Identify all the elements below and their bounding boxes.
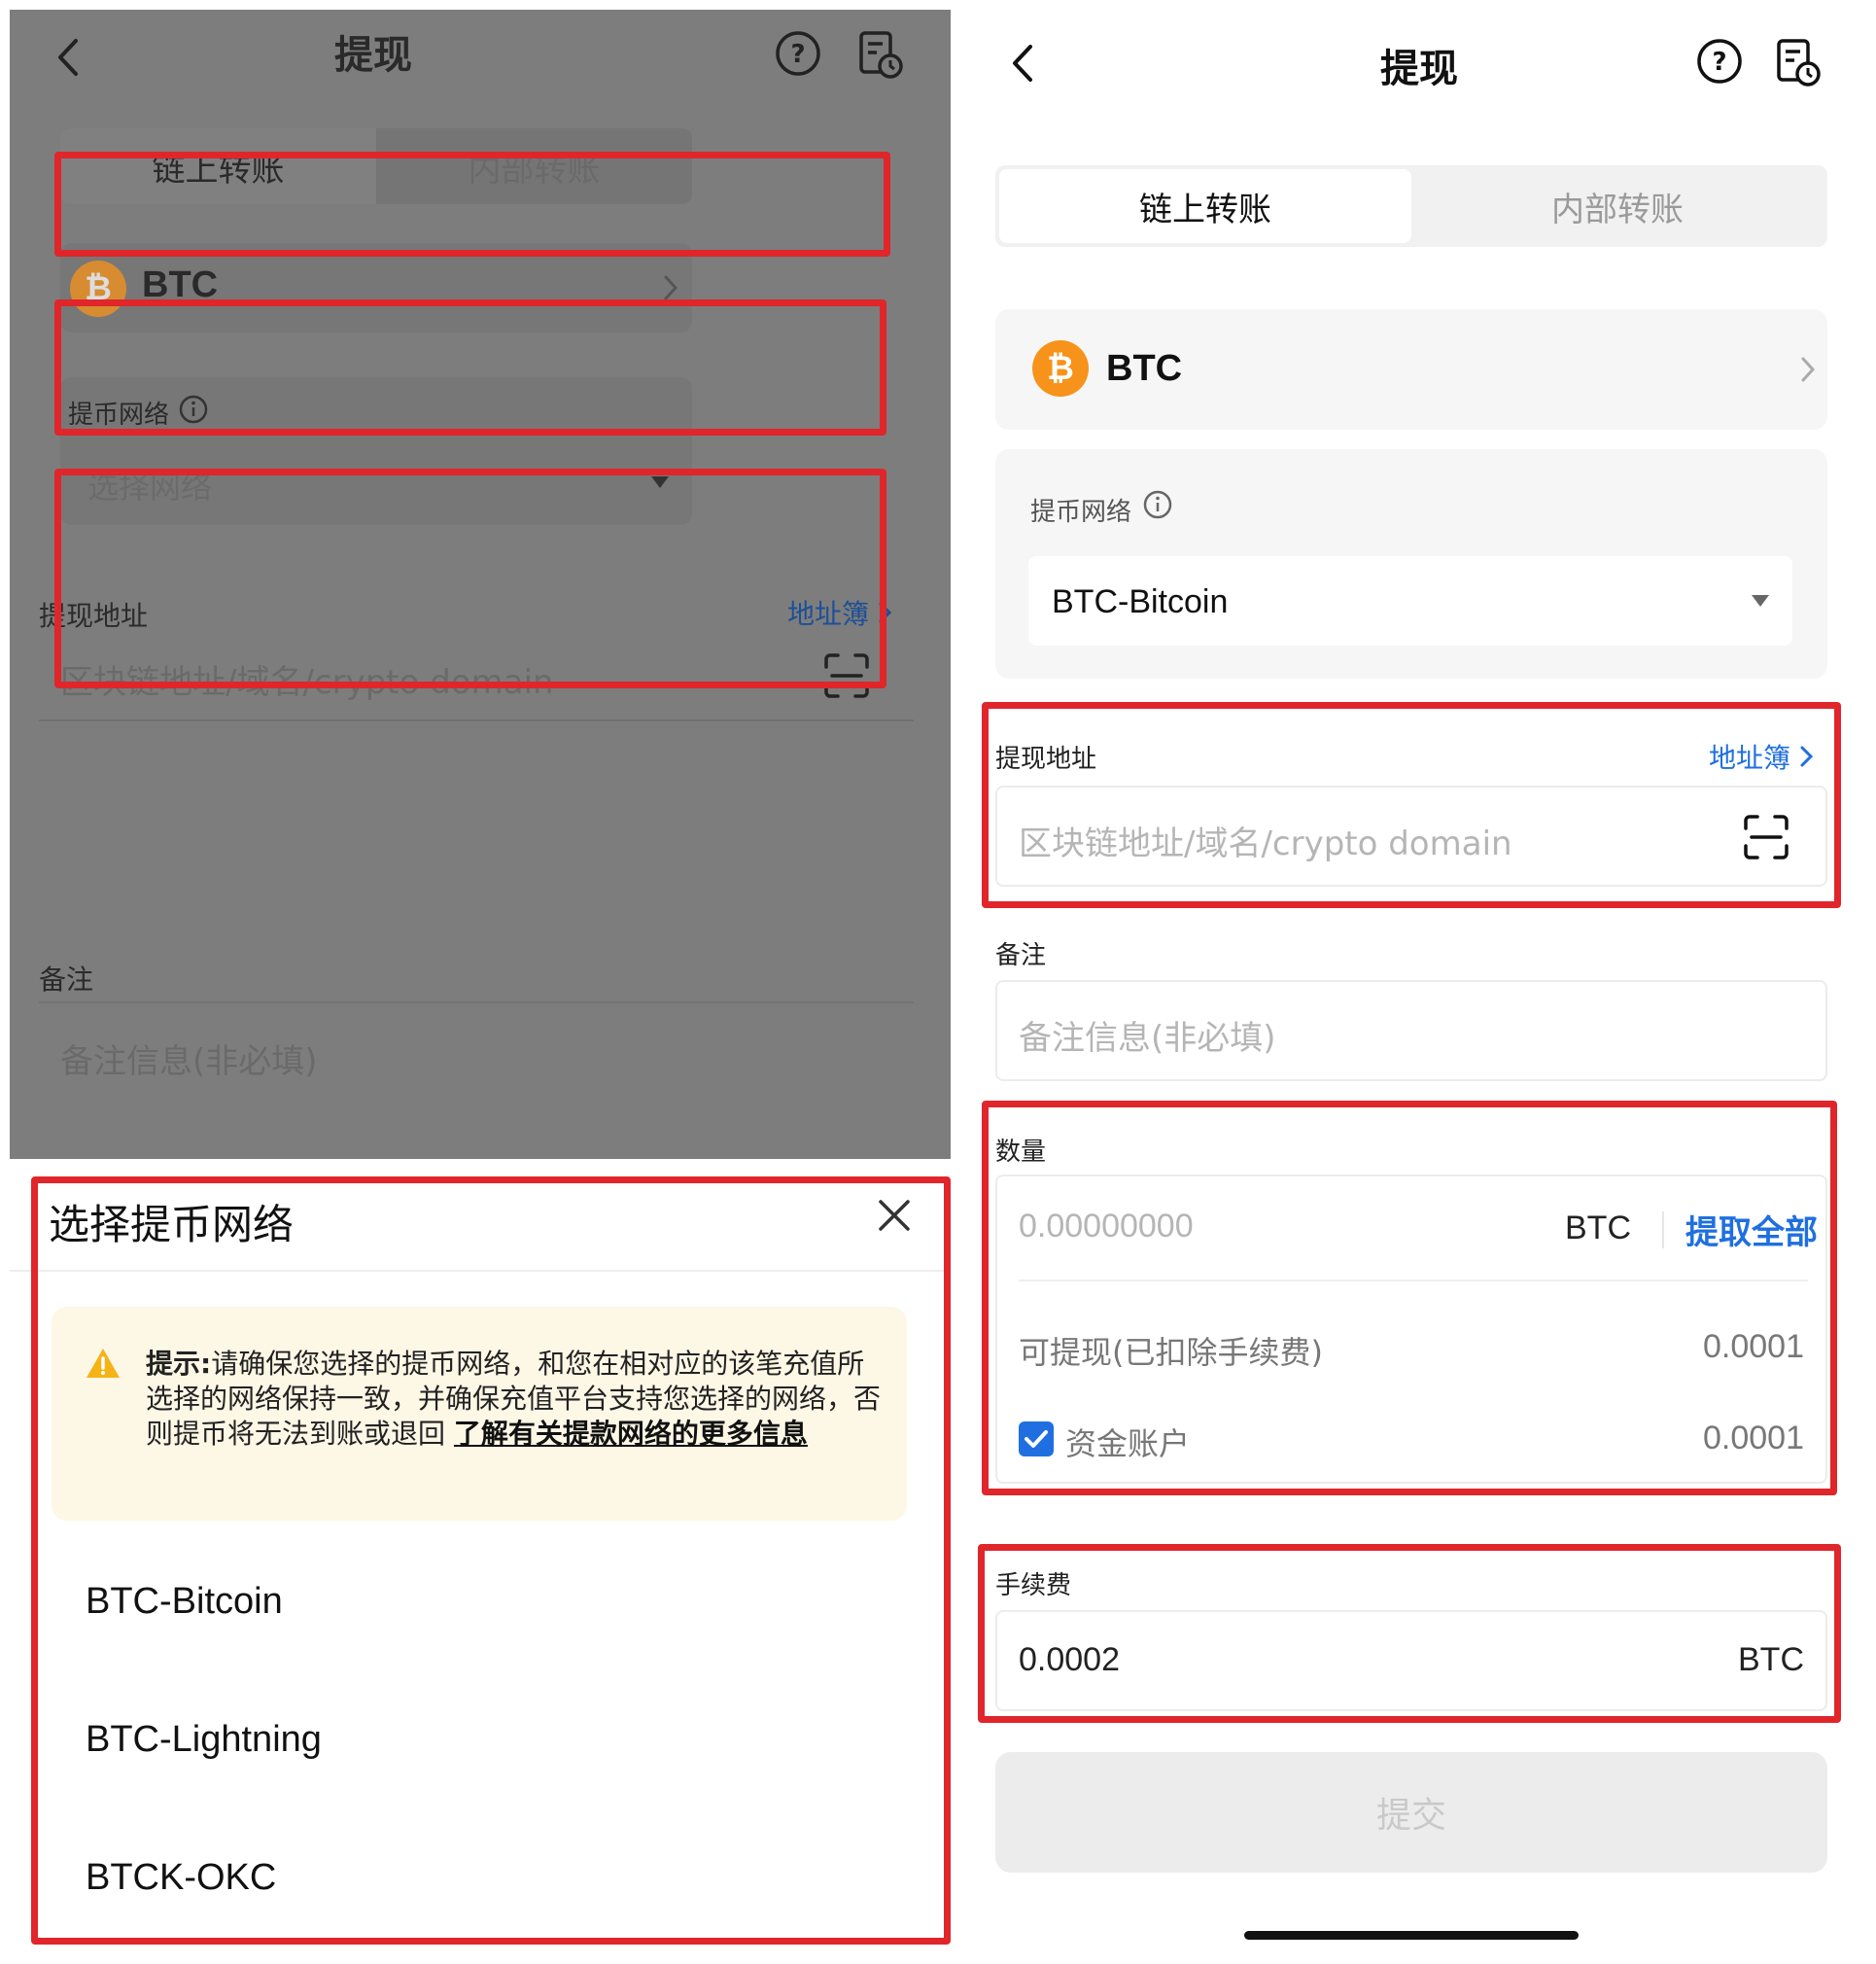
memo-placeholder: 备注信息(非必填) (1019, 1019, 1276, 1058)
scan-icon[interactable] (1742, 813, 1790, 861)
svg-text:?: ? (790, 40, 805, 69)
svg-text:?: ? (1712, 48, 1726, 77)
info-icon[interactable] (1141, 488, 1174, 521)
info-icon[interactable] (177, 393, 210, 426)
memo-placeholder: 备注信息(非必填) (60, 1042, 318, 1081)
network-option[interactable]: BTCK-OKC (86, 1857, 276, 1899)
history-record-icon[interactable] (857, 29, 906, 82)
address-input[interactable]: 区块链地址/域名/crypto domain (39, 624, 914, 721)
funding-account-checkbox[interactable] (1019, 1421, 1054, 1456)
tab-internal-transfer[interactable]: 内部转账 (376, 128, 692, 204)
warning-icon (87, 1349, 120, 1378)
help-icon[interactable]: ? (774, 29, 822, 78)
bitcoin-icon: ₿ (70, 261, 126, 317)
transfer-tabs: 链上转账 内部转账 (995, 165, 1827, 247)
amount-label: 数量 (995, 1138, 1047, 1167)
bitcoin-icon: ₿ (1032, 340, 1089, 397)
warning-prefix: 提示: (146, 1348, 212, 1380)
chevron-right-icon (879, 602, 892, 623)
network-label: 提币网络 (68, 401, 170, 430)
network-option[interactable]: BTC-Lightning (86, 1719, 322, 1761)
address-placeholder: 区块链地址/域名/crypto domain (1019, 824, 1512, 863)
funding-account-label: 资金账户 (1065, 1425, 1191, 1462)
home-indicator (1244, 1931, 1579, 1940)
coin-symbol: BTC (1106, 348, 1183, 389)
warning-text: 提示:请确保您选择的提币网络，和您在相对应的该笔充值所选择的网络保持一致，并确保… (146, 1347, 885, 1452)
fee-value: 0.0002 (1019, 1641, 1120, 1678)
dropdown-triangle-icon (1752, 595, 1769, 607)
network-select[interactable]: 选择网络 (68, 449, 684, 519)
close-icon[interactable] (875, 1196, 914, 1235)
network-select[interactable]: BTC-Bitcoin (1028, 556, 1792, 646)
right-screen: 提现 ? 链上转账 内部转账 ₿ BTC 提币网络 BTC-Bitcoin 提现… (962, 0, 1876, 1964)
left-screen: 提现 ? 链上转账 内部转账 ₿ BTC 提币网络 选择网络 提现地址 地址簿 (10, 10, 951, 1959)
network-selected: BTC-Bitcoin (1052, 583, 1229, 620)
network-option[interactable]: BTC-Bitcoin (86, 1581, 283, 1623)
learn-more-link[interactable]: 了解有关提款网络的更多信息 (454, 1418, 808, 1450)
amount-section: 0.00000000 BTC 提取全部 可提现(已扣除手续费) 0.0001 资… (995, 1175, 1827, 1484)
fee-label: 手续费 (995, 1571, 1072, 1600)
coin-selector[interactable]: ₿ BTC (995, 309, 1827, 430)
address-book-label: 地址簿 (1709, 742, 1791, 774)
address-placeholder: 区块链地址/域名/crypto domain (60, 663, 554, 702)
select-network-sheet: 选择提币网络 提示:请确保您选择的提币网络，和您在相对应的该笔充值所选择的网络保… (10, 1167, 951, 1959)
memo-label: 备注 (995, 941, 1047, 970)
tab-onchain-transfer[interactable]: 链上转账 (60, 128, 376, 204)
network-section: 提币网络 BTC-Bitcoin (995, 449, 1827, 679)
fee-unit: BTC (1738, 1641, 1804, 1678)
chevron-right-icon (664, 275, 678, 300)
dropdown-triangle-icon (651, 476, 669, 488)
amount-placeholder[interactable]: 0.00000000 (1019, 1208, 1194, 1245)
network-placeholder: 选择网络 (87, 469, 213, 506)
unit-divider (1662, 1211, 1664, 1248)
network-label: 提币网络 (1030, 498, 1132, 527)
network-section: 提币网络 选择网络 (60, 377, 692, 525)
memo-input[interactable]: 备注信息(非必填) (39, 1001, 914, 1099)
available-label: 可提现(已扣除手续费) (1019, 1334, 1323, 1371)
available-value: 0.0001 (1703, 1328, 1804, 1365)
help-icon[interactable]: ? (1695, 37, 1744, 86)
address-book-link[interactable]: 地址簿 (1709, 737, 1818, 776)
memo-label: 备注 (39, 964, 94, 996)
history-record-icon[interactable] (1775, 37, 1824, 89)
page-title: 提现 (334, 33, 412, 78)
address-label: 提现地址 (995, 745, 1097, 774)
tab-onchain-transfer[interactable]: 链上转账 (999, 169, 1411, 243)
coin-symbol: BTC (142, 264, 219, 305)
tab-internal-transfer[interactable]: 内部转账 (1411, 169, 1824, 243)
withdraw-all-button[interactable]: 提取全部 (1685, 1206, 1818, 1253)
chevron-right-icon (1801, 357, 1816, 382)
amount-unit: BTC (1565, 1210, 1631, 1246)
memo-input[interactable]: 备注信息(非必填) (995, 980, 1827, 1081)
coin-selector[interactable]: ₿ BTC (60, 243, 692, 333)
chevron-right-icon (1800, 746, 1814, 767)
check-icon (1025, 1430, 1048, 1448)
submit-button[interactable]: 提交 (995, 1752, 1827, 1873)
scan-icon[interactable] (822, 651, 871, 700)
funding-account-value: 0.0001 (1703, 1420, 1804, 1456)
sheet-title: 选择提币网络 (49, 1201, 295, 1248)
address-input[interactable]: 区块链地址/域名/crypto domain (995, 786, 1827, 887)
fee-field: 0.0002 BTC (995, 1610, 1827, 1711)
transfer-tabs: 链上转账 内部转账 (60, 128, 692, 204)
dimmed-background: 提现 ? 链上转账 内部转账 ₿ BTC 提币网络 选择网络 提现地址 地址簿 (10, 10, 951, 1159)
sheet-divider (10, 1270, 951, 1272)
amount-divider (1019, 1280, 1808, 1281)
